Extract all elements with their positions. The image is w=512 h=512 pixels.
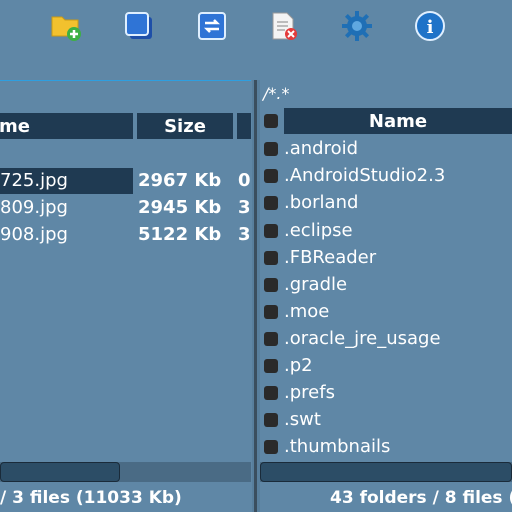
row-checkbox[interactable]	[264, 224, 278, 238]
delete-button[interactable]	[266, 8, 302, 44]
file-row[interactable]: 725.jpg 2967 Kb 0	[0, 168, 251, 194]
row-checkbox[interactable]	[264, 196, 278, 210]
row-checkbox[interactable]	[264, 251, 278, 265]
column-header-name-label: me	[0, 115, 30, 137]
file-size: 2967 Kb	[138, 170, 222, 191]
file-name: 725.jpg	[0, 170, 68, 191]
file-name: 908.jpg	[0, 224, 68, 245]
panel-divider[interactable]	[252, 80, 260, 512]
copy-icon	[125, 12, 152, 39]
settings-button[interactable]	[339, 8, 375, 44]
left-status-text: / 3 files (11033 Kb)	[0, 488, 182, 508]
folder-name: .thumbnails	[284, 436, 391, 457]
row-checkbox[interactable]	[264, 332, 278, 346]
info-button[interactable]: i	[412, 8, 448, 44]
folder-name: .oracle_jre_usage	[284, 328, 441, 349]
folder-row[interactable]: .p2	[260, 352, 512, 379]
folder-row[interactable]: .AndroidStudio2.3	[260, 162, 512, 189]
file-name: 809.jpg	[0, 197, 68, 218]
folder-row[interactable]: .borland	[260, 189, 512, 216]
file-row[interactable]: 809.jpg 2945 Kb 3	[0, 195, 251, 221]
folder-row[interactable]: .gradle	[260, 271, 512, 298]
folder-name: .gradle	[284, 274, 348, 295]
right-file-panel[interactable]: /*.* Name .android .AndroidStudio2.3 .bo…	[260, 80, 512, 485]
copy-button[interactable]	[121, 8, 157, 44]
row-checkbox[interactable]	[264, 413, 278, 427]
row-checkbox[interactable]	[264, 169, 278, 183]
file-row[interactable]: 908.jpg 5122 Kb 3	[0, 222, 251, 248]
column-header-name[interactable]: Name	[284, 108, 512, 134]
left-file-panel[interactable]: me Size 725.jpg 2967 Kb 0 809.jpg 2945 K…	[0, 80, 251, 486]
row-checkbox[interactable]	[264, 359, 278, 373]
folder-name: .eclipse	[284, 220, 353, 241]
folder-row[interactable]: .oracle_jre_usage	[260, 325, 512, 352]
folder-name: .moe	[284, 301, 330, 322]
gear-icon	[342, 11, 372, 41]
folder-name: .prefs	[284, 382, 335, 403]
column-header-size-label: Size	[164, 115, 206, 137]
info-icon: i	[415, 11, 445, 41]
folder-name: .swt	[284, 409, 321, 430]
file-date: 3	[238, 224, 251, 245]
folder-row[interactable]: .swt	[260, 406, 512, 433]
row-checkbox[interactable]	[264, 278, 278, 292]
folder-row[interactable]: .android	[260, 135, 512, 162]
new-folder-button[interactable]	[48, 8, 84, 44]
toolbar: i	[0, 0, 512, 52]
select-all-checkbox[interactable]	[264, 114, 278, 128]
file-size: 2945 Kb	[138, 197, 222, 218]
folder-name: .p2	[284, 355, 313, 376]
row-checkbox[interactable]	[264, 305, 278, 319]
right-status-text: 43 folders / 8 files (	[330, 488, 512, 508]
file-date: 3	[238, 197, 251, 218]
left-scrollbar-thumb[interactable]	[0, 462, 120, 482]
column-header-name-label: Name	[368, 110, 428, 132]
move-icon	[198, 12, 226, 40]
file-size: 5122 Kb	[138, 224, 222, 245]
svg-text:i: i	[427, 17, 434, 38]
folder-row[interactable]: .prefs	[260, 379, 512, 406]
folder-row[interactable]: .moe	[260, 298, 512, 325]
move-button[interactable]	[194, 8, 230, 44]
row-checkbox[interactable]	[264, 440, 278, 454]
column-header-size[interactable]: Size	[137, 113, 233, 139]
row-checkbox[interactable]	[264, 386, 278, 400]
column-header-date[interactable]	[237, 113, 251, 139]
folder-name: .FBReader	[284, 247, 377, 268]
folder-row[interactable]: .FBReader	[260, 244, 512, 271]
row-checkbox[interactable]	[264, 142, 278, 156]
right-scrollbar-thumb[interactable]	[260, 462, 512, 482]
folder-row[interactable]: .thumbnails	[260, 433, 512, 460]
folder-row[interactable]: .eclipse	[260, 217, 512, 244]
path-label: /*.*	[263, 84, 290, 103]
folder-plus-icon	[51, 16, 81, 41]
column-header-name[interactable]: me	[0, 113, 133, 139]
file-delete-icon	[272, 12, 297, 40]
folder-name: .borland	[284, 192, 359, 213]
file-date: 0	[238, 170, 251, 191]
folder-name: .android	[284, 138, 359, 159]
folder-name: .AndroidStudio2.3	[284, 165, 446, 186]
